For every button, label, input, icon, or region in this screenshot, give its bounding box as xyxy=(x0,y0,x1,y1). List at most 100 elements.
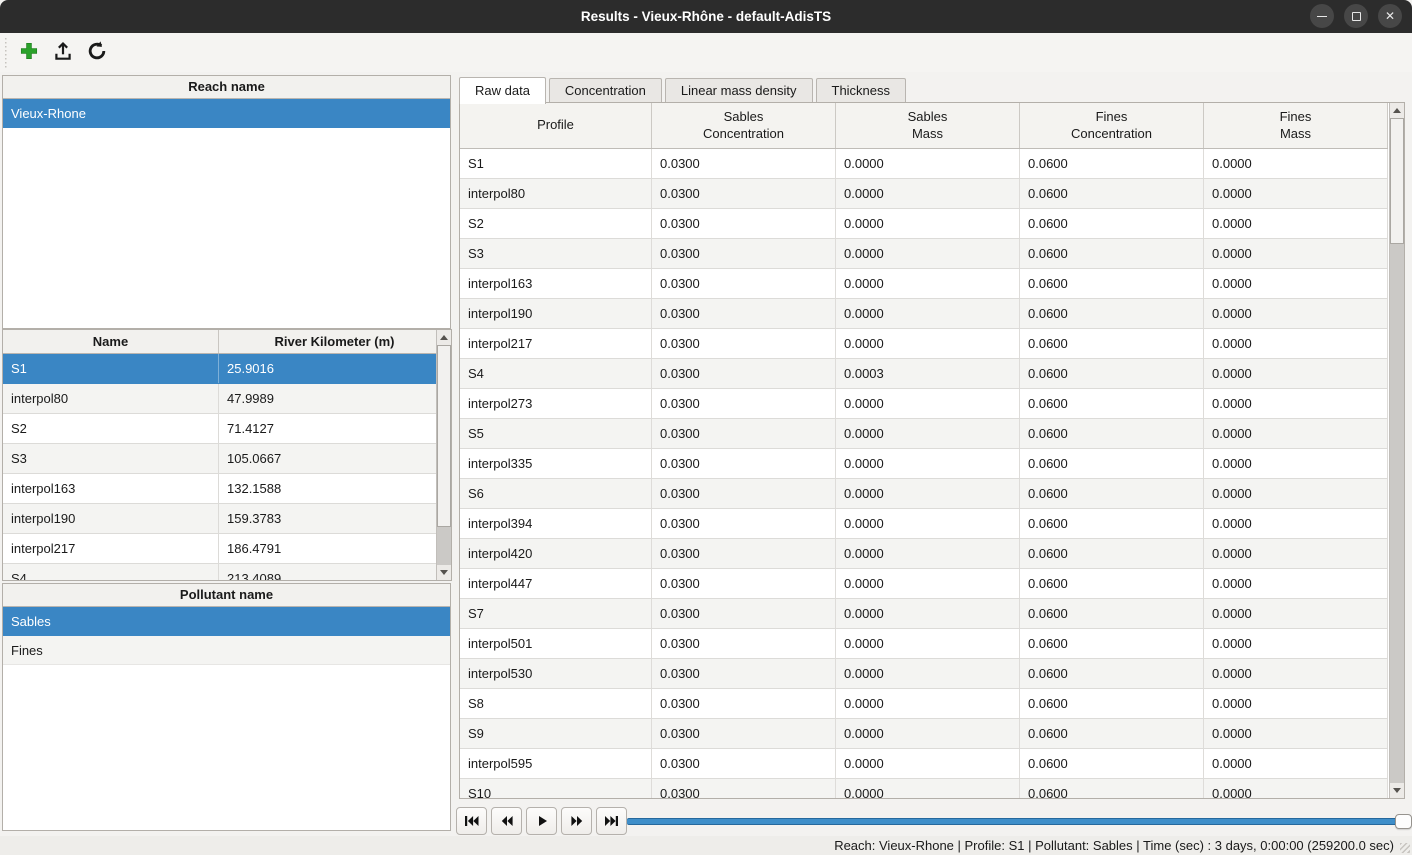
pollutant-list-item[interactable]: Fines xyxy=(3,636,450,665)
refresh-icon xyxy=(86,40,108,65)
profiles-table-body: S1 25.9016 interpol80 47.9989 S2 71.4127… xyxy=(3,354,436,580)
results-scrollbar[interactable] xyxy=(1389,103,1404,798)
results-row[interactable]: interpol394 0.0300 0.0000 0.0600 0.0000 xyxy=(460,509,1388,539)
close-button[interactable]: ✕ xyxy=(1378,4,1402,28)
results-col-header[interactable]: Fines Mass xyxy=(1204,103,1388,148)
results-row[interactable]: interpol190 0.0300 0.0000 0.0600 0.0000 xyxy=(460,299,1388,329)
tab[interactable]: Linear mass density xyxy=(665,78,813,102)
profile-row[interactable]: S3 105.0667 xyxy=(3,444,436,474)
results-row[interactable]: S8 0.0300 0.0000 0.0600 0.0000 xyxy=(460,689,1388,719)
results-table: Profile Sables Concentration Sables Mass… xyxy=(459,102,1405,799)
add-button[interactable] xyxy=(14,38,44,68)
profiles-col-km[interactable]: River Kilometer (m) xyxy=(219,330,451,353)
results-row[interactable]: S4 0.0300 0.0003 0.0600 0.0000 xyxy=(460,359,1388,389)
cell-fines-mass: 0.0000 xyxy=(1204,389,1388,418)
results-row[interactable]: interpol595 0.0300 0.0000 0.0600 0.0000 xyxy=(460,749,1388,779)
resize-grip[interactable] xyxy=(1400,843,1410,853)
cell-sables-mass: 0.0003 xyxy=(836,359,1020,388)
reach-panel: Reach name Vieux-Rhone xyxy=(2,75,451,329)
results-row[interactable]: interpol163 0.0300 0.0000 0.0600 0.0000 xyxy=(460,269,1388,299)
time-slider-handle[interactable] xyxy=(1395,814,1412,829)
profiles-table-header: Name River Kilometer (m) xyxy=(3,330,451,354)
cell-sables-mass: 0.0000 xyxy=(836,269,1020,298)
results-row[interactable]: interpol273 0.0300 0.0000 0.0600 0.0000 xyxy=(460,389,1388,419)
cell-fines-concentration: 0.0600 xyxy=(1020,599,1204,628)
results-row[interactable]: S6 0.0300 0.0000 0.0600 0.0000 xyxy=(460,479,1388,509)
profiles-col-name[interactable]: Name xyxy=(3,330,219,353)
profile-row[interactable]: interpol163 132.1588 xyxy=(3,474,436,504)
tab[interactable]: Concentration xyxy=(549,78,662,102)
scroll-down-icon[interactable] xyxy=(1390,783,1404,798)
cell-sables-mass: 0.0000 xyxy=(836,779,1020,798)
cell-fines-mass: 0.0000 xyxy=(1204,359,1388,388)
profile-row[interactable]: S1 25.9016 xyxy=(3,354,436,384)
cell-sables-concentration: 0.0300 xyxy=(652,299,836,328)
play-button[interactable] xyxy=(526,807,557,835)
results-row[interactable]: S2 0.0300 0.0000 0.0600 0.0000 xyxy=(460,209,1388,239)
profile-row[interactable]: S2 71.4127 xyxy=(3,414,436,444)
results-col-header[interactable]: Sables Concentration xyxy=(652,103,836,148)
cell-sables-mass: 0.0000 xyxy=(836,179,1020,208)
cell-profile: S8 xyxy=(460,689,652,718)
results-row[interactable]: S7 0.0300 0.0000 0.0600 0.0000 xyxy=(460,599,1388,629)
scroll-up-icon[interactable] xyxy=(437,330,451,345)
time-slider-track[interactable] xyxy=(627,818,1410,825)
cell-sables-mass: 0.0000 xyxy=(836,479,1020,508)
results-row[interactable]: interpol501 0.0300 0.0000 0.0600 0.0000 xyxy=(460,629,1388,659)
results-row[interactable]: interpol420 0.0300 0.0000 0.0600 0.0000 xyxy=(460,539,1388,569)
tab[interactable]: Raw data xyxy=(459,77,546,104)
results-row[interactable]: S9 0.0300 0.0000 0.0600 0.0000 xyxy=(460,719,1388,749)
results-row[interactable]: interpol335 0.0300 0.0000 0.0600 0.0000 xyxy=(460,449,1388,479)
skip-start-button[interactable] xyxy=(456,807,487,835)
cell-sables-mass: 0.0000 xyxy=(836,569,1020,598)
results-col-header[interactable]: Profile xyxy=(460,103,652,148)
results-col-header[interactable]: Fines Concentration xyxy=(1020,103,1204,148)
cell-fines-concentration: 0.0600 xyxy=(1020,719,1204,748)
results-scrollbar-thumb[interactable] xyxy=(1390,118,1404,244)
results-row[interactable]: S1 0.0300 0.0000 0.0600 0.0000 xyxy=(460,149,1388,179)
cell-sables-concentration: 0.0300 xyxy=(652,749,836,778)
results-row[interactable]: interpol530 0.0300 0.0000 0.0600 0.0000 xyxy=(460,659,1388,689)
results-row[interactable]: S3 0.0300 0.0000 0.0600 0.0000 xyxy=(460,239,1388,269)
cell-sables-mass: 0.0000 xyxy=(836,239,1020,268)
cell-fines-concentration: 0.0600 xyxy=(1020,269,1204,298)
results-row[interactable]: interpol80 0.0300 0.0000 0.0600 0.0000 xyxy=(460,179,1388,209)
profile-row[interactable]: interpol217 186.4791 xyxy=(3,534,436,564)
profiles-scrollbar-thumb[interactable] xyxy=(437,345,451,527)
scroll-up-icon[interactable] xyxy=(1390,103,1404,118)
results-row[interactable]: interpol447 0.0300 0.0000 0.0600 0.0000 xyxy=(460,569,1388,599)
refresh-button[interactable] xyxy=(82,38,112,68)
pollutant-list: Sables Fines xyxy=(3,607,450,665)
results-row[interactable]: S10 0.0300 0.0000 0.0600 0.0000 xyxy=(460,779,1388,798)
results-col-header[interactable]: Sables Mass xyxy=(836,103,1020,148)
profiles-scrollbar[interactable] xyxy=(436,330,451,580)
profile-row[interactable]: interpol190 159.3783 xyxy=(3,504,436,534)
tabbar: Raw data Concentration Linear mass densi… xyxy=(459,76,909,103)
cell-profile: interpol335 xyxy=(460,449,652,478)
profile-row[interactable]: interpol80 47.9989 xyxy=(3,384,436,414)
maximize-button[interactable] xyxy=(1344,4,1368,28)
cell-fines-mass: 0.0000 xyxy=(1204,239,1388,268)
scroll-down-icon[interactable] xyxy=(437,565,451,580)
reach-list-item[interactable]: Vieux-Rhone xyxy=(3,99,450,128)
skip-end-button[interactable] xyxy=(596,807,627,835)
minimize-button[interactable] xyxy=(1310,4,1334,28)
profile-row[interactable]: S4 213.4089 xyxy=(3,564,436,580)
results-row[interactable]: S5 0.0300 0.0000 0.0600 0.0000 xyxy=(460,419,1388,449)
export-button[interactable] xyxy=(48,38,78,68)
step-back-button[interactable] xyxy=(491,807,522,835)
cell-profile: S9 xyxy=(460,719,652,748)
tab[interactable]: Thickness xyxy=(816,78,907,102)
cell-profile: S4 xyxy=(460,359,652,388)
pollutant-list-item[interactable]: Sables xyxy=(3,607,450,636)
cell-sables-mass: 0.0000 xyxy=(836,329,1020,358)
player-controls xyxy=(456,807,627,835)
cell-fines-mass: 0.0000 xyxy=(1204,569,1388,598)
time-slider[interactable] xyxy=(627,813,1412,829)
results-col-header-line1: Sables xyxy=(908,109,948,126)
results-col-header-line2: Mass xyxy=(1280,126,1311,143)
results-row[interactable]: interpol217 0.0300 0.0000 0.0600 0.0000 xyxy=(460,329,1388,359)
cell-profile: S2 xyxy=(460,209,652,238)
profile-km-cell: 213.4089 xyxy=(219,564,436,580)
step-forward-button[interactable] xyxy=(561,807,592,835)
